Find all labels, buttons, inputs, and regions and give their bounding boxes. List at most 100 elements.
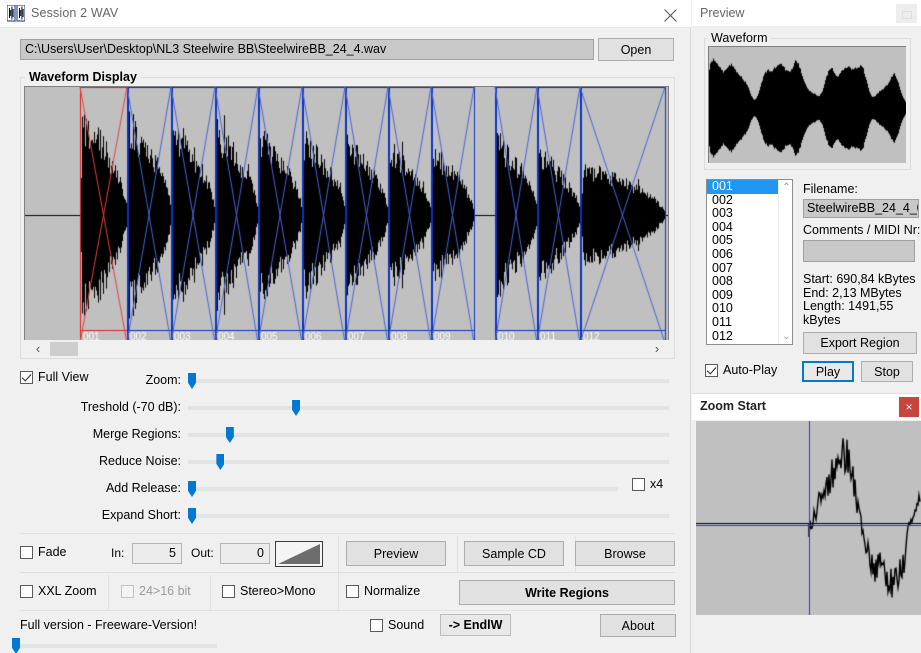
sample-cd-button[interactable]: Sample CD (464, 541, 564, 566)
divider (338, 536, 339, 610)
slider-thumb[interactable] (225, 427, 234, 443)
export-region-button[interactable]: Export Region (803, 332, 917, 354)
stop-button[interactable]: Stop (861, 361, 913, 382)
slider-track[interactable] (188, 433, 669, 437)
waveform-scrollbar[interactable]: ‹ › (24, 340, 669, 358)
slider-row-add-release: Add Release: (0, 478, 691, 500)
comments-input[interactable] (803, 240, 915, 262)
xxl-zoom-checkbox[interactable]: XXL Zoom (20, 584, 97, 598)
zoom-start-panel: Zoom Start × (692, 393, 921, 653)
scroll-up-icon[interactable]: ⌃ (781, 182, 792, 193)
preview-waveform-canvas (709, 47, 906, 163)
zoom-start-titlebar: Zoom Start × (692, 394, 921, 420)
stat-end: End: 2,13 MBytes (803, 285, 902, 300)
fade-checkbox[interactable]: Fade (20, 545, 67, 559)
xxl-zoom-label: XXL Zoom (38, 584, 97, 598)
preview-waveform-display[interactable] (708, 46, 906, 163)
bit-depth-label: 24>16 bit (139, 584, 191, 598)
zoom-start-title: Zoom Start (700, 399, 766, 413)
divider (108, 575, 109, 610)
preview-title: Preview (700, 6, 745, 20)
stat-start: Start: 690,84 kBytes (803, 272, 916, 286)
slider-row-reduce-noise: Reduce Noise: (0, 451, 691, 473)
stat-length-unit: kBytes (803, 312, 841, 327)
auto-play-checkbox[interactable]: Auto-Play (705, 363, 777, 377)
region-list[interactable]: 001 002 003 004 005 006 007 008 009 010 011 012 ⌃ ⌄ (706, 179, 793, 345)
normalize-checkbox[interactable]: Normalize (346, 584, 420, 598)
slider-label: Add Release: (105, 481, 181, 495)
sound-checkbox[interactable]: Sound (370, 618, 424, 632)
slider-track[interactable] (188, 487, 618, 491)
comments-label: Comments / MIDI Nr: (803, 223, 921, 237)
x4-checkbox[interactable]: x4 (632, 477, 663, 491)
file-path-input[interactable]: C:\Users\User\Desktop\NL3 Steelwire BB\S… (20, 39, 594, 60)
slider-label: Treshold (-70 dB): (80, 400, 181, 414)
checkbox-box (705, 363, 718, 377)
scroll-right-icon[interactable]: › (649, 341, 665, 357)
fade-ramp-icon[interactable] (275, 541, 323, 567)
region-stats: Start: 690,84 kBytes End: 2,13 MBytes Le… (803, 272, 918, 327)
stereo-to-mono-label: Stereo>Mono (240, 584, 316, 598)
fade-label: Fade (38, 545, 67, 559)
ramp-icon (278, 544, 320, 564)
zoom-start-close-button[interactable]: × (899, 397, 919, 417)
slider-thumb[interactable] (216, 454, 225, 470)
divider (457, 536, 458, 572)
checkbox-box (20, 584, 33, 598)
window-title: Session 2 WAV (31, 6, 119, 20)
slider-label: Merge Regions: (92, 427, 181, 441)
fade-in-label: In: (111, 546, 125, 560)
endlw-button[interactable]: -> EndlW (440, 614, 511, 636)
bit-depth-checkbox: 24>16 bit (121, 584, 191, 598)
slider-track (14, 644, 217, 648)
checkbox-box (632, 477, 645, 491)
slider-track[interactable] (188, 379, 669, 383)
stereo-to-mono-checkbox[interactable]: Stereo>Mono (222, 584, 315, 598)
divider (20, 610, 675, 611)
close-window-button[interactable] (649, 0, 691, 28)
slider-track[interactable] (188, 460, 669, 464)
scroll-left-icon[interactable]: ‹ (30, 341, 46, 357)
close-icon (664, 9, 677, 22)
slider-thumb[interactable] (292, 400, 301, 416)
preview-button[interactable]: Preview (346, 541, 446, 566)
preview-titlebar: Preview (692, 0, 921, 27)
status-text: Full version - Freeware-Version! (20, 618, 198, 632)
filename-input[interactable]: SteelwireBB_24_4_00 (803, 199, 919, 218)
stat-length: Length: 1491,55 (803, 299, 894, 313)
waveform-canvas[interactable] (25, 87, 668, 341)
scrollbar-thumb[interactable] (50, 342, 78, 356)
restore-icon[interactable] (896, 4, 917, 23)
checkbox-box (222, 584, 235, 598)
play-button[interactable]: Play (802, 361, 854, 382)
slider-track[interactable] (188, 514, 669, 518)
slider-track[interactable] (188, 406, 669, 410)
waveform-display-label: Waveform Display (25, 70, 141, 84)
region-list-scrollbar[interactable]: ⌃ ⌄ (778, 180, 792, 344)
browse-button[interactable]: Browse (575, 541, 675, 566)
open-button[interactable]: Open (598, 38, 674, 61)
checkbox-box (121, 584, 134, 598)
slider-thumb[interactable] (188, 508, 196, 524)
slider-row-zoom: Zoom: (0, 370, 691, 392)
main-titlebar: Session 2 WAV (0, 0, 691, 28)
slider-row-treshold-70-db: Treshold (-70 dB): (0, 397, 691, 419)
fade-out-input[interactable]: 0 (220, 543, 270, 564)
fade-out-label: Out: (191, 546, 214, 560)
slider-label: Zoom: (145, 373, 181, 387)
slider-thumb[interactable] (188, 481, 196, 497)
divider (20, 533, 675, 534)
slider-label: Expand Short: (101, 508, 181, 522)
write-regions-button[interactable]: Write Regions (459, 580, 675, 605)
waveform-display[interactable] (24, 86, 669, 342)
zoom-start-display[interactable] (696, 421, 921, 615)
slider-row-merge-regions: Merge Regions: (0, 424, 691, 446)
main-window: Session 2 WAV C:\Users\User\Desktop\NL3 … (0, 0, 691, 653)
scroll-down-icon[interactable]: ⌄ (781, 331, 792, 342)
slider-row-expand-short: Expand Short: (0, 505, 691, 527)
slider-label: Reduce Noise: (99, 454, 181, 468)
fade-in-input[interactable]: 5 (132, 543, 182, 564)
slider-thumb[interactable] (188, 373, 196, 389)
x4-label: x4 (650, 477, 664, 491)
about-button[interactable]: About (600, 614, 676, 637)
